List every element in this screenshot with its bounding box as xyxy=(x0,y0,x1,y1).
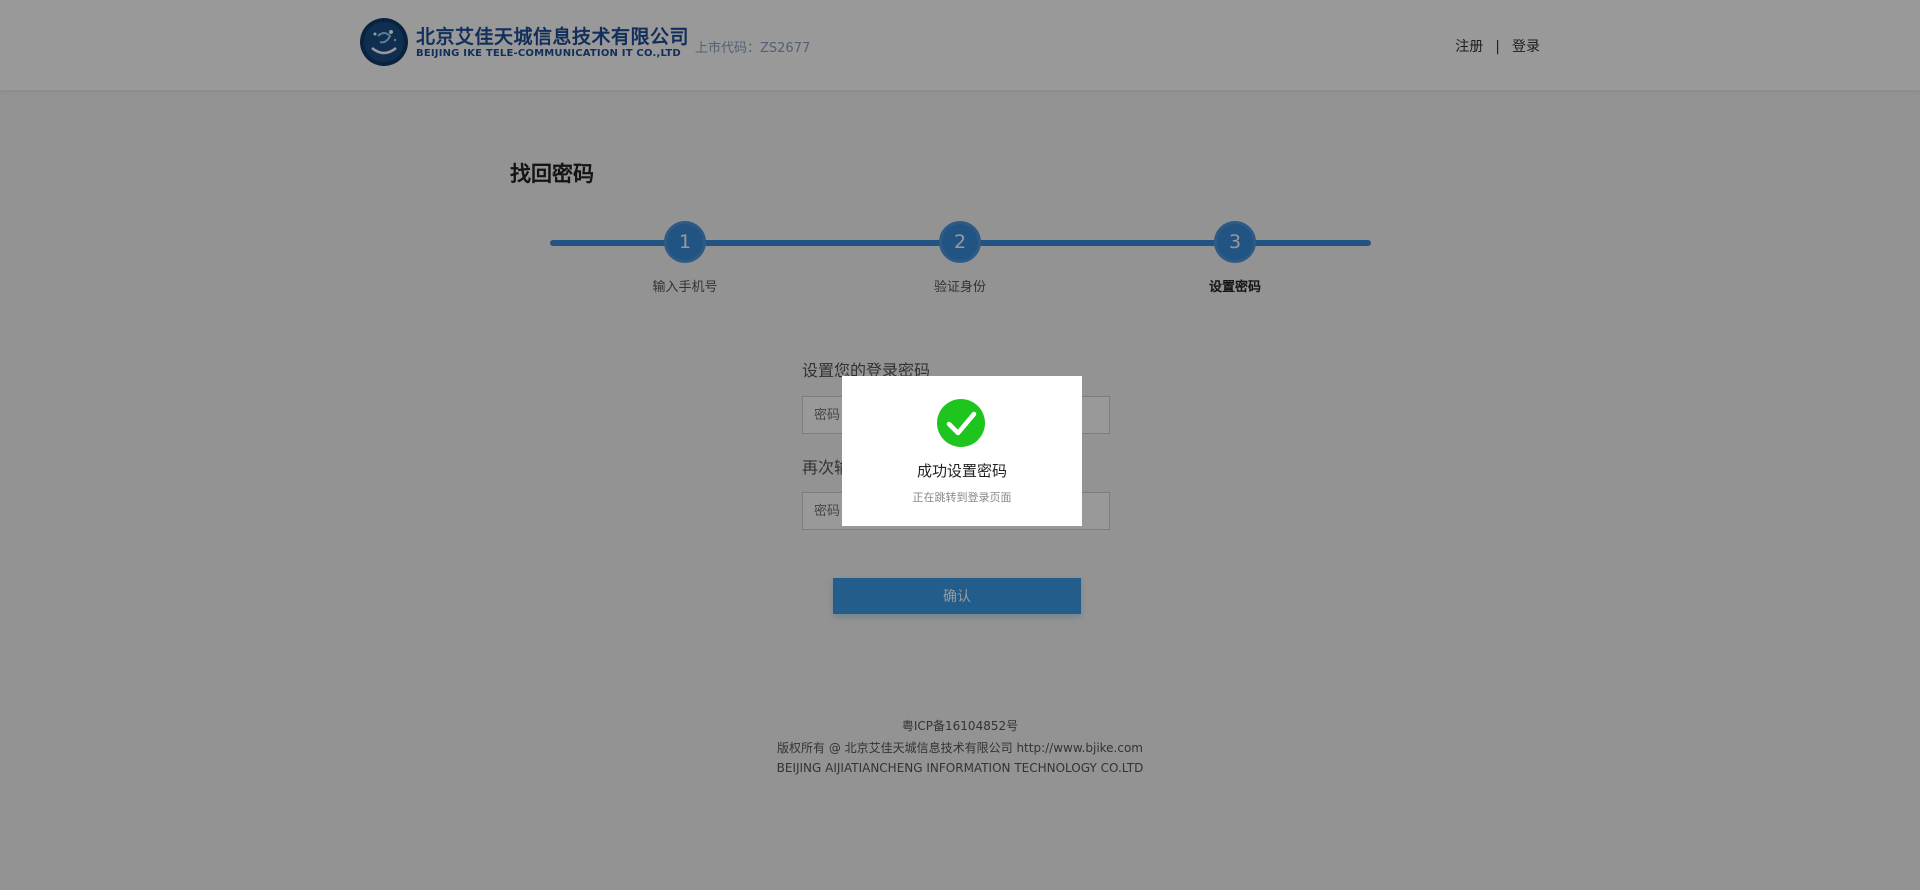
modal-title: 成功设置密码 xyxy=(916,462,1007,480)
success-modal: 成功设置密码 正在跳转到登录页面 xyxy=(842,376,1082,526)
success-check-icon xyxy=(937,399,985,447)
modal-subtitle: 正在跳转到登录页面 xyxy=(912,491,1012,504)
